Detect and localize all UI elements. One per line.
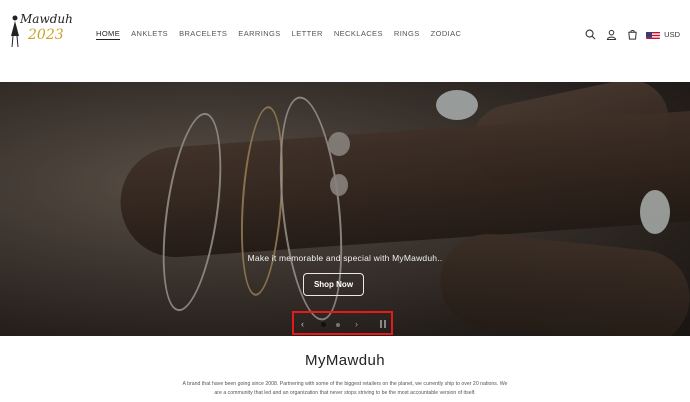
pause-icon[interactable] — [380, 320, 386, 328]
logo-year-text: 2023 — [28, 27, 64, 43]
nav-item-necklaces[interactable]: NECKLACES — [334, 29, 383, 40]
us-flag-icon — [646, 29, 661, 39]
logo-script-text: Mawduh — [20, 12, 73, 26]
slide-next-icon[interactable]: › — [355, 319, 358, 329]
brand-logo[interactable]: Mawduh 2023 — [6, 12, 73, 50]
nav-item-earrings[interactable]: EARRINGS — [238, 29, 280, 40]
account-icon[interactable] — [604, 27, 618, 41]
slide-dot-1[interactable] — [321, 322, 326, 327]
hero-overlay — [0, 82, 690, 336]
about-text: A brand that have been going since 2008.… — [150, 380, 540, 398]
slider-controls: ‹ › — [292, 311, 393, 335]
about-title: MyMawduh — [305, 352, 385, 369]
currency-label: USD — [664, 29, 680, 39]
nav-item-home[interactable]: HOME — [96, 29, 121, 40]
main-nav: HOME ANKLETS BRACELETS EARRINGS LETTER N… — [96, 29, 472, 40]
nav-item-zodiac[interactable]: ZODIAC — [431, 29, 462, 40]
nav-item-rings[interactable]: RINGS — [394, 29, 420, 40]
search-icon[interactable] — [583, 27, 597, 41]
header-actions: USD — [576, 26, 690, 42]
about-text-line-1: A brand that have been going since 2008.… — [182, 381, 508, 387]
slide-dot-2[interactable] — [336, 323, 340, 327]
hero-tagline: Make it memorable and special with MyMaw… — [247, 253, 443, 263]
site-header: Mawduh 2023 HOME ANKLETS BRACELETS EARRI… — [0, 0, 690, 82]
shop-now-button[interactable]: Shop Now — [303, 273, 364, 296]
about-text-line-2: are a community that led and an organiza… — [214, 390, 476, 396]
nav-item-letter[interactable]: LETTER — [292, 29, 323, 40]
cart-icon[interactable] — [625, 27, 639, 41]
about-section: MyMawduh A brand that have been going si… — [0, 336, 690, 402]
nav-item-anklets[interactable]: ANKLETS — [131, 29, 168, 40]
slide-prev-icon[interactable]: ‹ — [301, 319, 304, 329]
hero-slideshow: Make it memorable and special with MyMaw… — [0, 82, 690, 336]
nav-item-bracelets[interactable]: BRACELETS — [179, 29, 227, 40]
currency-selector[interactable]: USD — [646, 29, 680, 39]
